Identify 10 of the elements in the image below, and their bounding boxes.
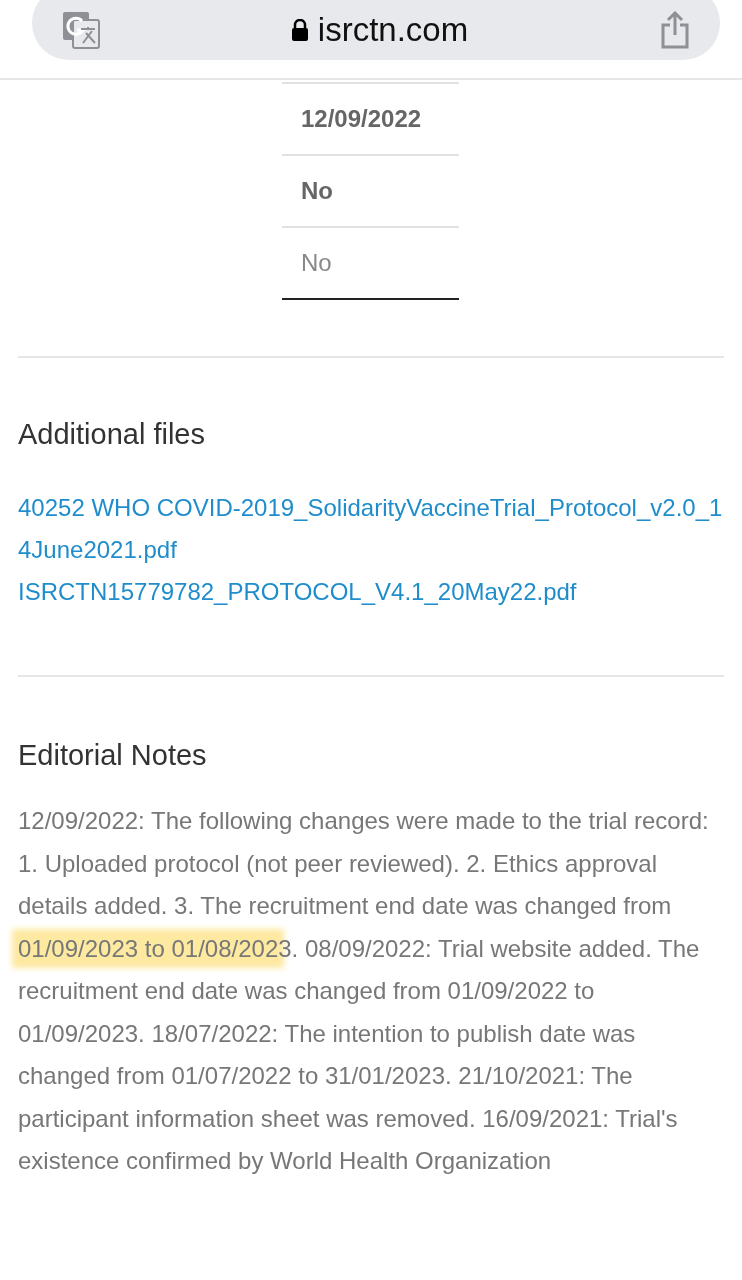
file-link[interactable]: ISRCTN15779782_PROTOCOL_V4.1_20May22.pdf: [18, 571, 577, 613]
section-heading: Editorial Notes: [18, 739, 208, 772]
section-heading: Additional files: [18, 418, 206, 451]
url-text[interactable]: isrctn.com: [317, 11, 469, 49]
table-cell: No: [282, 154, 459, 226]
table-cell: No: [282, 226, 459, 300]
table-cell: 12/09/2022: [282, 82, 459, 154]
translate-icon[interactable]: [62, 11, 100, 49]
file-link[interactable]: 40252 WHO COVID-2019_SolidarityVaccineTrial_Protocol_v2.0_14June2021.pdf: [18, 487, 724, 571]
share-icon[interactable]: [660, 11, 690, 49]
